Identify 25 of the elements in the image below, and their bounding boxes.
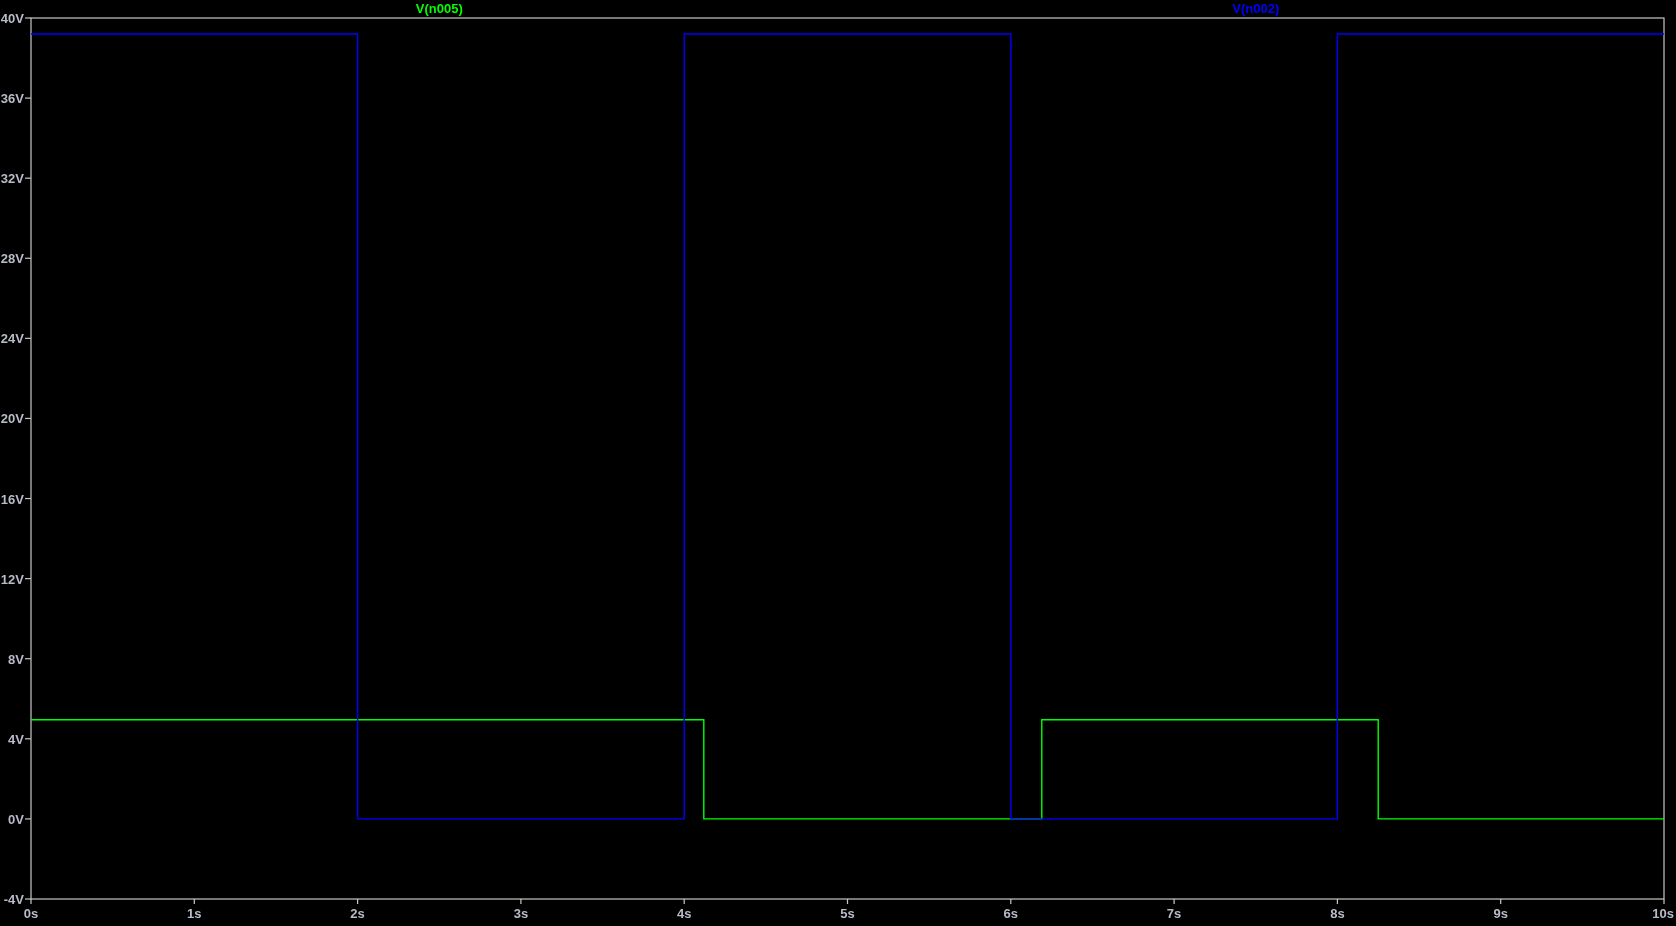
axis-tick-label: 8V xyxy=(8,651,24,667)
axis-tick-label: 4s xyxy=(676,906,692,921)
axis-tick-label: 9s xyxy=(1493,906,1508,921)
axis-tick-label: 3s xyxy=(513,906,529,921)
axis-tick-label: 10s xyxy=(1652,906,1674,921)
axis-tick-label: 12V xyxy=(0,571,24,587)
axis-tick-label: 0s xyxy=(23,906,39,921)
axis-tick-label: 2s xyxy=(350,906,365,921)
axis-tick-label: 36V xyxy=(0,91,24,107)
axis-tick-label: 20V xyxy=(0,411,24,427)
axis-tick-label: -4V xyxy=(3,892,24,907)
axis-tick-label: 1s xyxy=(187,906,202,921)
axis-tick-label: 0V xyxy=(8,811,24,827)
axis-tick-label: 8s xyxy=(1330,906,1345,921)
legend-label: V(n002) xyxy=(1232,1,1280,16)
axis-tick-label: 32V xyxy=(0,171,24,187)
axis-tick-label: 24V xyxy=(0,331,24,347)
axis-tick-label: 28V xyxy=(0,251,24,267)
axis-tick-label: 7s xyxy=(1166,906,1182,921)
axis-tick-label: 40V xyxy=(0,11,24,26)
axis-tick-label: 4V xyxy=(8,731,24,747)
axis-tick-label: 16V xyxy=(0,491,24,507)
axis-tick-label: 5s xyxy=(840,906,855,921)
legend-label: V(n005) xyxy=(415,1,463,16)
axis-tick-label: 6s xyxy=(1003,906,1019,921)
